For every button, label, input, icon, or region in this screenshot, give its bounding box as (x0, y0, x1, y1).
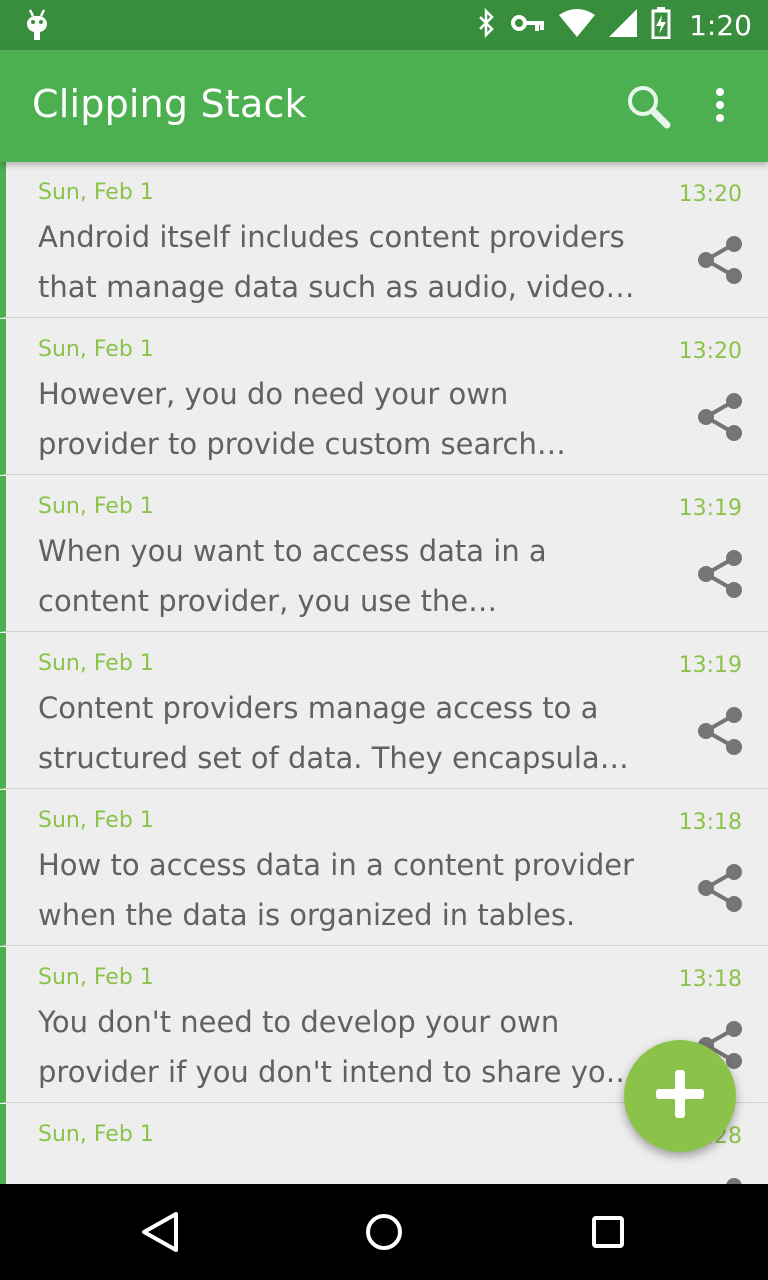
status-bar: 1:20 (0, 0, 768, 50)
key-icon (511, 13, 545, 37)
bluetooth-icon (477, 7, 497, 42)
clock: 1:20 (689, 8, 752, 42)
navigation-bar (0, 1184, 768, 1280)
clip-time: 13:20 (678, 339, 742, 364)
share-button[interactable] (692, 546, 748, 602)
clip-text: Content providers manage access to a str… (38, 691, 629, 775)
clip-date: Sun, Feb 1 (38, 180, 154, 205)
clip-text: How to access data in a content provider… (38, 848, 635, 932)
clip-date: Sun, Feb 1 (38, 965, 154, 990)
clip-time: 13:19 (678, 653, 742, 678)
signal-icon (609, 9, 638, 41)
share-button[interactable] (692, 389, 748, 445)
clip-text: You don't need to develop your own provi… (38, 1005, 636, 1089)
clip-date: Sun, Feb 1 (38, 337, 154, 362)
share-icon (692, 393, 748, 449)
clip-card[interactable]: Sun, Feb 1 13:20 Android itself includes… (0, 162, 768, 318)
home-icon (360, 1214, 408, 1260)
search-icon (624, 86, 672, 134)
clip-card[interactable]: Sun, Feb 1 13:19 When you want to access… (0, 476, 768, 632)
share-icon (692, 236, 748, 292)
clip-date: Sun, Feb 1 (38, 1122, 154, 1147)
add-clip-fab[interactable] (624, 1040, 736, 1152)
share-button[interactable] (692, 1174, 748, 1184)
share-button[interactable] (692, 703, 748, 759)
app-bar: Clipping Stack (0, 50, 768, 162)
search-button[interactable] (624, 82, 672, 130)
android-icon (24, 8, 50, 46)
clip-time: 13:18 (678, 810, 742, 835)
recents-icon (584, 1216, 632, 1260)
recents-button[interactable] (584, 1208, 632, 1256)
clip-text: When you want to access data in a conten… (38, 534, 547, 618)
share-icon (692, 707, 748, 763)
share-icon (692, 864, 748, 920)
clip-date: Sun, Feb 1 (38, 651, 154, 676)
overflow-menu-button[interactable] (700, 80, 740, 132)
app-title: Clipping Stack (32, 82, 307, 126)
overflow-menu-icon (700, 88, 740, 136)
clip-time: 13:19 (678, 496, 742, 521)
clip-date: Sun, Feb 1 (38, 494, 154, 519)
share-icon (692, 550, 748, 606)
clip-text: Android itself includes content provider… (38, 220, 625, 304)
clip-text: However, you do need your own provider t… (38, 377, 537, 461)
wifi-icon (559, 9, 596, 41)
clip-time: 13:20 (678, 182, 742, 207)
home-button[interactable] (360, 1208, 408, 1256)
share-button[interactable] (692, 860, 748, 916)
add-icon (654, 1068, 706, 1124)
share-button[interactable] (692, 232, 748, 288)
clip-card[interactable]: Sun, Feb 1 13:18 How to access data in a… (0, 790, 768, 946)
clip-list[interactable]: Sun, Feb 1 13:20 Android itself includes… (0, 162, 768, 1184)
clip-time: 13:18 (678, 967, 742, 992)
battery-charging-icon (651, 7, 671, 43)
back-icon (136, 1212, 184, 1260)
clip-card[interactable]: Sun, Feb 1 13:20 However, you do need yo… (0, 319, 768, 475)
clip-card[interactable]: Sun, Feb 1 13:19 Content providers manag… (0, 633, 768, 789)
clip-date: Sun, Feb 1 (38, 808, 154, 833)
back-button[interactable] (136, 1208, 184, 1256)
